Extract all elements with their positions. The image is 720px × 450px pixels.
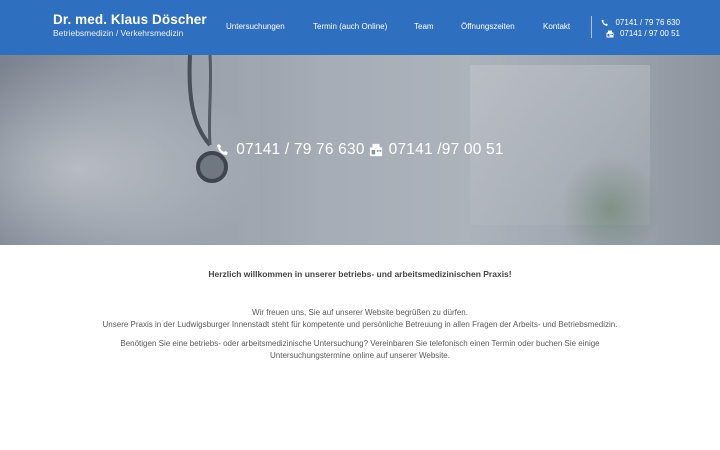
hero-contact: 07141 / 79 76 630 07141 /97 00 51 <box>0 141 720 159</box>
nav-team[interactable]: Team <box>414 22 434 31</box>
nav-untersuchungen[interactable]: Untersuchungen <box>226 22 285 31</box>
header-phone[interactable]: 07141 / 79 76 630 <box>601 17 680 28</box>
nav-kontakt[interactable]: Kontakt <box>543 22 570 31</box>
welcome-heading: Herzlich willkommen in unserer betriebs-… <box>208 269 512 279</box>
header-divider <box>591 16 592 38</box>
header-fax[interactable]: 07141 / 97 00 51 <box>601 28 680 39</box>
brand-name: Dr. med. Klaus Döscher <box>53 12 207 27</box>
intro-line-2: Unsere Praxis in der Ludwigsburger Innen… <box>102 320 618 329</box>
site-header: Dr. med. Klaus Döscher Betriebsmedizin /… <box>0 0 720 55</box>
brand-subtitle: Betriebsmedizin / Verkehrsmedizin <box>53 28 184 38</box>
nav-termin[interactable]: Termin (auch Online) <box>313 22 387 31</box>
header-contact: 07141 / 79 76 630 07141 / 97 00 51 <box>601 17 680 39</box>
phone-icon <box>217 144 229 156</box>
header-fax-number: 07141 / 97 00 51 <box>619 29 680 38</box>
fax-icon <box>606 30 614 37</box>
phone-icon <box>602 19 609 26</box>
hero-banner: 07141 / 79 76 630 07141 /97 00 51 <box>0 55 720 245</box>
intro-line-1: Wir freuen uns, Sie auf unserer Website … <box>252 308 468 317</box>
hero-phone[interactable]: 07141 / 79 76 630 <box>216 141 364 159</box>
header-phone-number: 07141 / 79 76 630 <box>615 18 680 27</box>
intro-line-3: Benötigen Sie eine betriebs- oder arbeit… <box>120 339 600 360</box>
fax-icon <box>369 143 382 157</box>
brand-logo[interactable]: Dr. med. Klaus Döscher Betriebsmedizin /… <box>53 12 207 39</box>
hero-fax[interactable]: 07141 /97 00 51 <box>369 141 504 159</box>
hero-fax-number: 07141 /97 00 51 <box>388 141 504 158</box>
nav-oeffnungszeiten[interactable]: Öffnungszeiten <box>461 22 515 31</box>
hero-phone-number: 07141 / 79 76 630 <box>236 141 365 158</box>
